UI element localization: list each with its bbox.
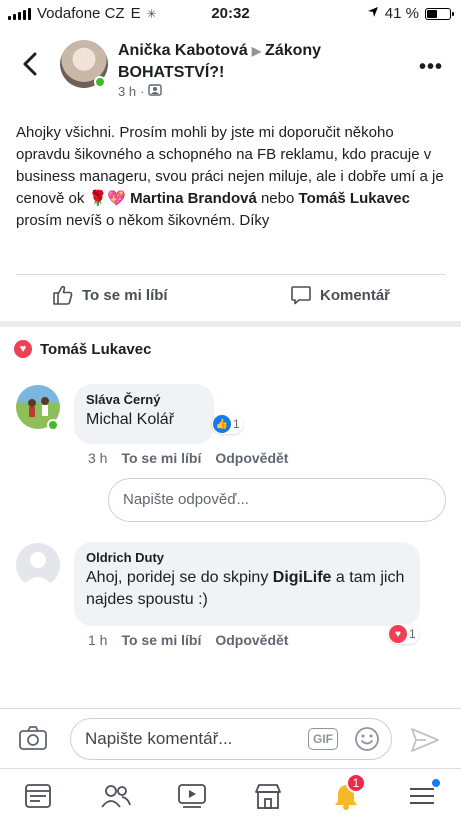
meta-separator: · — [140, 84, 145, 99]
reaction-count: 1 — [409, 627, 416, 641]
commenter-avatar[interactable] — [16, 543, 60, 587]
post-header: Anička Kabotová ▶ Zákony BOHATSTVÍ?! 3 h ·… — [0, 34, 461, 114]
online-indicator — [94, 76, 106, 88]
post-connector: nebo — [260, 190, 295, 207]
mention-tomas[interactable]: Tomáš Lukavec — [299, 190, 410, 207]
comment-bubble[interactable]: Oldrich Duty Ahoj, poridej se do skpiny … — [74, 542, 420, 626]
thumbs-up-icon: 👍 — [213, 415, 231, 433]
comment-composer: Napište komentář... GIF — [0, 708, 461, 768]
post-actions: To se mi líbí Komentář — [0, 276, 461, 320]
tab-news-feed[interactable] — [18, 779, 58, 813]
post-title: Anička Kabotová ▶ Zákony BOHATSTVÍ?! — [118, 40, 418, 84]
emoji-icon[interactable] — [354, 726, 380, 757]
menu-icon — [410, 788, 434, 804]
mention-martina[interactable]: Martina Brandová — [130, 190, 257, 207]
post-body: Ahojky všichni. Prosím mohli by jste mi … — [16, 122, 448, 232]
reactor-name: Tomáš Lukavec — [40, 340, 152, 358]
comment-like-link[interactable]: To se mi líbí — [121, 632, 201, 648]
tab-marketplace[interactable] — [248, 779, 288, 813]
section-separator — [0, 321, 461, 327]
reaction-count: 1 — [233, 417, 240, 431]
comment-text: Michal Kolář — [86, 411, 175, 428]
comment-label: Komentář — [320, 286, 391, 304]
notification-badge: 1 — [346, 773, 366, 793]
comment-meta: 1 h To se mi líbí Odpovědět — [88, 632, 288, 648]
comment-reaction-badge[interactable]: ♥ 1 — [388, 624, 419, 644]
bottom-tab-bar: 1 — [0, 768, 461, 821]
divider — [16, 274, 446, 275]
comment-text-part-1: Ahoj, poridej se do skpiny — [86, 569, 269, 586]
comment-text: Ahoj, poridej se do skpiny DigiLife a ta… — [86, 567, 408, 611]
battery-icon — [425, 7, 454, 20]
comment-icon — [291, 286, 311, 305]
heart-icon: ♥ — [389, 625, 407, 643]
comment-time: 1 h — [88, 632, 108, 648]
thumbs-up-icon — [53, 285, 73, 305]
gif-button[interactable]: GIF — [308, 728, 338, 750]
back-button[interactable] — [18, 48, 42, 80]
triangle-right-icon: ▶ — [251, 44, 262, 58]
new-indicator-dot — [432, 779, 440, 787]
comment-button[interactable]: Komentář — [290, 284, 390, 306]
comment-reply-link[interactable]: Odpovědět — [215, 450, 288, 466]
group-privacy-icon — [148, 84, 163, 99]
tab-watch[interactable] — [172, 779, 212, 813]
love-reaction-icon: ♥ — [14, 340, 32, 358]
news-feed-icon — [25, 784, 51, 808]
like-button[interactable]: To se mi líbí — [52, 284, 168, 306]
post-text-part-2: prosím nevíš o někom šikovném. Díky — [16, 212, 270, 229]
comment-reaction-badge[interactable]: 👍 1 — [212, 414, 243, 434]
more-options-button[interactable]: ••• — [419, 56, 443, 79]
post-meta: 3 h · — [118, 84, 163, 99]
friends-icon — [101, 785, 131, 808]
send-icon[interactable] — [410, 727, 440, 758]
author-name[interactable]: Anička Kabotová — [118, 42, 248, 59]
group-mention[interactable]: DigiLife — [273, 569, 332, 586]
comment-time: 3 h — [88, 450, 108, 466]
post-time[interactable]: 3 h — [118, 84, 136, 99]
location-icon — [367, 5, 379, 22]
status-right: 41 % — [367, 5, 454, 22]
video-icon — [178, 784, 206, 808]
online-indicator — [47, 419, 59, 431]
comment-input[interactable]: Napište komentář... — [70, 718, 392, 760]
comment-reply-link[interactable]: Odpovědět — [215, 632, 288, 648]
comment-bubble[interactable]: Sláva Černý Michal Kolář — [74, 384, 214, 444]
tab-friends[interactable] — [96, 779, 136, 813]
comment-author[interactable]: Sláva Černý — [86, 392, 202, 407]
tab-notifications[interactable]: 1 — [326, 773, 366, 813]
reactions-summary[interactable]: ♥ Tomáš Lukavec — [14, 340, 151, 358]
like-label: To se mi líbí — [82, 286, 168, 304]
battery-fill — [427, 9, 437, 18]
comment-author[interactable]: Oldrich Duty — [86, 550, 408, 565]
camera-icon[interactable] — [18, 725, 48, 756]
post-emoji: 🌹💖 — [88, 190, 126, 207]
comment-meta: 3 h To se mi líbí Odpovědět — [88, 450, 288, 466]
marketplace-icon — [255, 784, 281, 809]
tab-menu[interactable] — [402, 779, 442, 813]
status-bar: Vodafone CZ E ✳ 20:32 41 % — [0, 0, 461, 28]
comment-like-link[interactable]: To se mi líbí — [121, 450, 201, 466]
reply-input[interactable]: Napište odpověď... — [108, 478, 446, 522]
battery-percent: 41 % — [384, 5, 419, 22]
